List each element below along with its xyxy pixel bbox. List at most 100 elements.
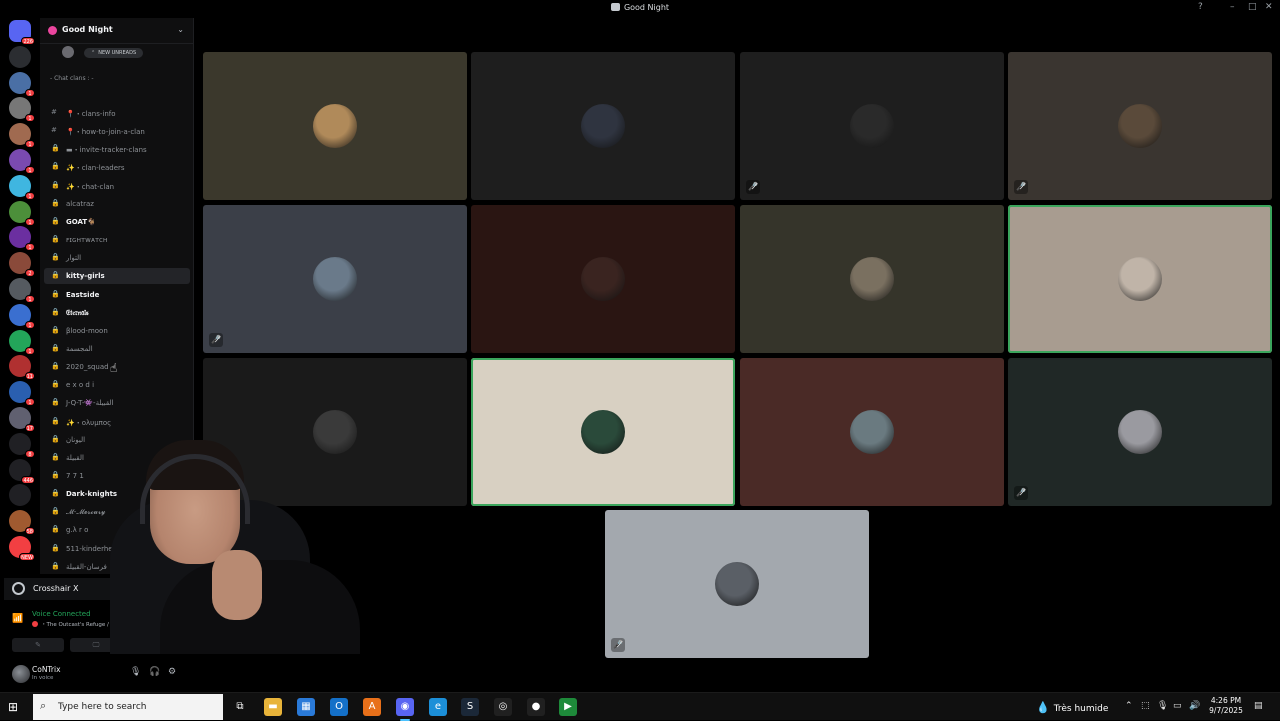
channel-item[interactable]: # 📍・how-to-join-a-clan <box>44 123 190 139</box>
chevron-down-icon[interactable]: ⌄ <box>177 25 184 34</box>
video-tile[interactable] <box>471 358 735 506</box>
headset-icon[interactable]: 🎧 <box>149 667 160 677</box>
microphone-tray-icon[interactable]: 🎙 <box>1157 701 1168 711</box>
close-button[interactable]: ✕ <box>1265 2 1273 12</box>
new-unreads-pill[interactable]: ⌃ NEW UNREADS <box>84 48 144 58</box>
channel-item[interactable]: 🔒 J-Q-T-👾-القبيلة <box>44 395 190 411</box>
obs-icon[interactable]: ● <box>527 698 545 716</box>
unread-badge: 226 <box>21 37 35 45</box>
channel-item[interactable]: 🔒 ꜰɪɢʜᴛᴡᴀᴛᴄʜ <box>44 232 190 248</box>
video-tile[interactable] <box>740 205 1004 353</box>
store-icon[interactable]: ▦ <box>297 698 315 716</box>
task-view-icon[interactable]: ⧉ <box>231 698 249 716</box>
channel-item[interactable]: 🔒 ✨・clan-leaders <box>44 159 190 175</box>
channel-name: 2020_squad <box>66 363 109 372</box>
channel-item[interactable]: 🔒 𝔈𝔱𝔢𝔯𝔫𝔞𝔩𝔰 <box>44 305 190 321</box>
file-explorer-icon[interactable]: ▬ <box>264 698 282 716</box>
server-icon-18[interactable]: 446 <box>9 458 35 484</box>
server-icon <box>48 26 57 35</box>
clock[interactable]: 4:26 PM 9/7/2025 <box>1202 696 1250 716</box>
channel-item[interactable]: 🔒 ✨・ολυμπος <box>44 414 190 430</box>
camera-button[interactable]: ✎ <box>12 638 64 652</box>
video-tile[interactable] <box>1008 205 1272 353</box>
mic-muted-icon: 🎤̸ <box>746 180 760 194</box>
discord-icon[interactable]: ◉ <box>396 698 414 721</box>
video-tile[interactable] <box>471 205 735 353</box>
network-icon[interactable]: ▭ <box>1173 701 1182 711</box>
username[interactable]: CoNTrix <box>32 665 61 674</box>
category-chat-clans[interactable]: - Chat clans : - <box>50 75 94 82</box>
channel-name: ꜰɪɢʜᴛᴡᴀᴛᴄʜ <box>66 236 108 245</box>
server-icon-7[interactable]: 1 <box>9 174 35 200</box>
server-icon-9[interactable]: 1 <box>9 226 35 252</box>
server-icon-8[interactable]: 1 <box>9 200 35 226</box>
minimize-button[interactable]: – <box>1230 2 1235 12</box>
channel-item[interactable]: 🔒 βlood-moon <box>44 323 190 339</box>
start-button[interactable]: ⊞ <box>8 700 18 714</box>
server-icon-10[interactable]: 2 <box>9 252 35 278</box>
volume-icon[interactable]: 🔊 <box>1189 701 1200 711</box>
user-avatar[interactable] <box>12 665 30 683</box>
server-icon-20[interactable]: 58 <box>9 510 35 536</box>
video-tile[interactable]: 🎤̸ <box>1008 52 1272 200</box>
notification-icon[interactable]: ▤ <box>1254 701 1263 711</box>
video-tile[interactable]: 🎤̸ <box>740 52 1004 200</box>
server-icon-15[interactable]: 1 <box>9 381 35 407</box>
channel-item[interactable]: 🔒 kitty-girls <box>44 268 190 285</box>
server-icon-21[interactable]: NEW <box>9 536 35 561</box>
channel-item[interactable]: 🔒 GOAT🐐 <box>44 214 190 230</box>
app-green-icon[interactable]: ▶ <box>559 698 577 716</box>
video-tile[interactable]: 🎤̸ <box>203 205 467 353</box>
channel-item[interactable]: 🔒 e x o d i <box>44 377 190 393</box>
weather-widget[interactable]: 💧 Très humide <box>1036 701 1108 714</box>
server-icon-6[interactable]: 1 <box>9 149 35 174</box>
video-tile[interactable] <box>471 52 735 200</box>
maximize-button[interactable]: □ <box>1248 2 1257 12</box>
server-icon-17[interactable]: 8 <box>9 432 35 458</box>
edge-icon[interactable]: e <box>429 698 447 716</box>
steam-icon[interactable]: S <box>461 698 479 716</box>
app-circle-icon[interactable]: ◎ <box>494 698 512 716</box>
outlook-icon[interactable]: O <box>330 698 348 716</box>
channel-item[interactable]: 🔒 Eastside <box>44 287 190 303</box>
settings-icon[interactable]: ⚙ <box>168 667 176 677</box>
server-icon-14[interactable]: 11 <box>9 355 35 381</box>
search-box[interactable]: ⌕ Type here to search <box>33 694 223 720</box>
app-orange-icon[interactable]: A <box>363 698 381 716</box>
server-icon-19[interactable] <box>9 484 31 507</box>
participant-avatar <box>850 410 894 454</box>
channel-item[interactable]: 🔒 المجسمة <box>44 341 190 357</box>
server-icon-16[interactable]: 17 <box>9 407 35 432</box>
channel-item[interactable]: # 📍・clans-info <box>44 105 190 121</box>
channel-item[interactable]: 🔒 ▬・invite-tracker-clans <box>44 141 190 157</box>
server-icon-3[interactable]: 1 <box>9 71 35 97</box>
show-hidden-icons-icon[interactable]: ⌃ <box>1125 701 1133 711</box>
video-tile[interactable]: 🎤̸ <box>605 510 869 658</box>
server-icon-2[interactable] <box>9 45 31 68</box>
server-icon-11[interactable]: 1 <box>9 278 35 303</box>
user-status: In voice <box>32 675 54 681</box>
channel-item[interactable]: 🔒 alcatraz <box>44 196 190 212</box>
search-placeholder: Type here to search <box>58 702 147 712</box>
server-icon-12[interactable]: 1 <box>9 303 35 329</box>
participant-avatar <box>1118 257 1162 301</box>
video-tile[interactable]: 🎤̸ <box>1008 358 1272 506</box>
server-icon-5[interactable]: 1 <box>9 123 35 149</box>
help-icon[interactable]: ? <box>1198 2 1203 12</box>
server-icon-1[interactable]: 226 <box>9 20 35 45</box>
mic-icon[interactable]: 🎙 <box>130 667 141 677</box>
channel-item[interactable]: 🔒 ✨・chat-clan <box>44 178 190 194</box>
lock-icon: 🔒 <box>51 380 60 389</box>
video-tile[interactable] <box>740 358 1004 506</box>
video-tile[interactable] <box>203 52 467 200</box>
server-icon-13[interactable]: 1 <box>9 329 35 355</box>
signal-icon[interactable]: 📶 <box>12 614 23 624</box>
voice-status[interactable]: Voice Connected <box>32 610 91 618</box>
server-icon-4[interactable]: 1 <box>9 97 35 123</box>
channel-item[interactable]: 🔒 التوار <box>44 250 190 266</box>
channel-name: J-Q-T-👾-القبيلة <box>66 399 114 408</box>
server-header[interactable]: Good Night ⌄ <box>40 18 193 44</box>
app-tray-icon[interactable]: ⬚ <box>1141 701 1150 711</box>
lock-icon: 🔒 <box>51 507 60 516</box>
participant-avatar <box>850 104 894 148</box>
